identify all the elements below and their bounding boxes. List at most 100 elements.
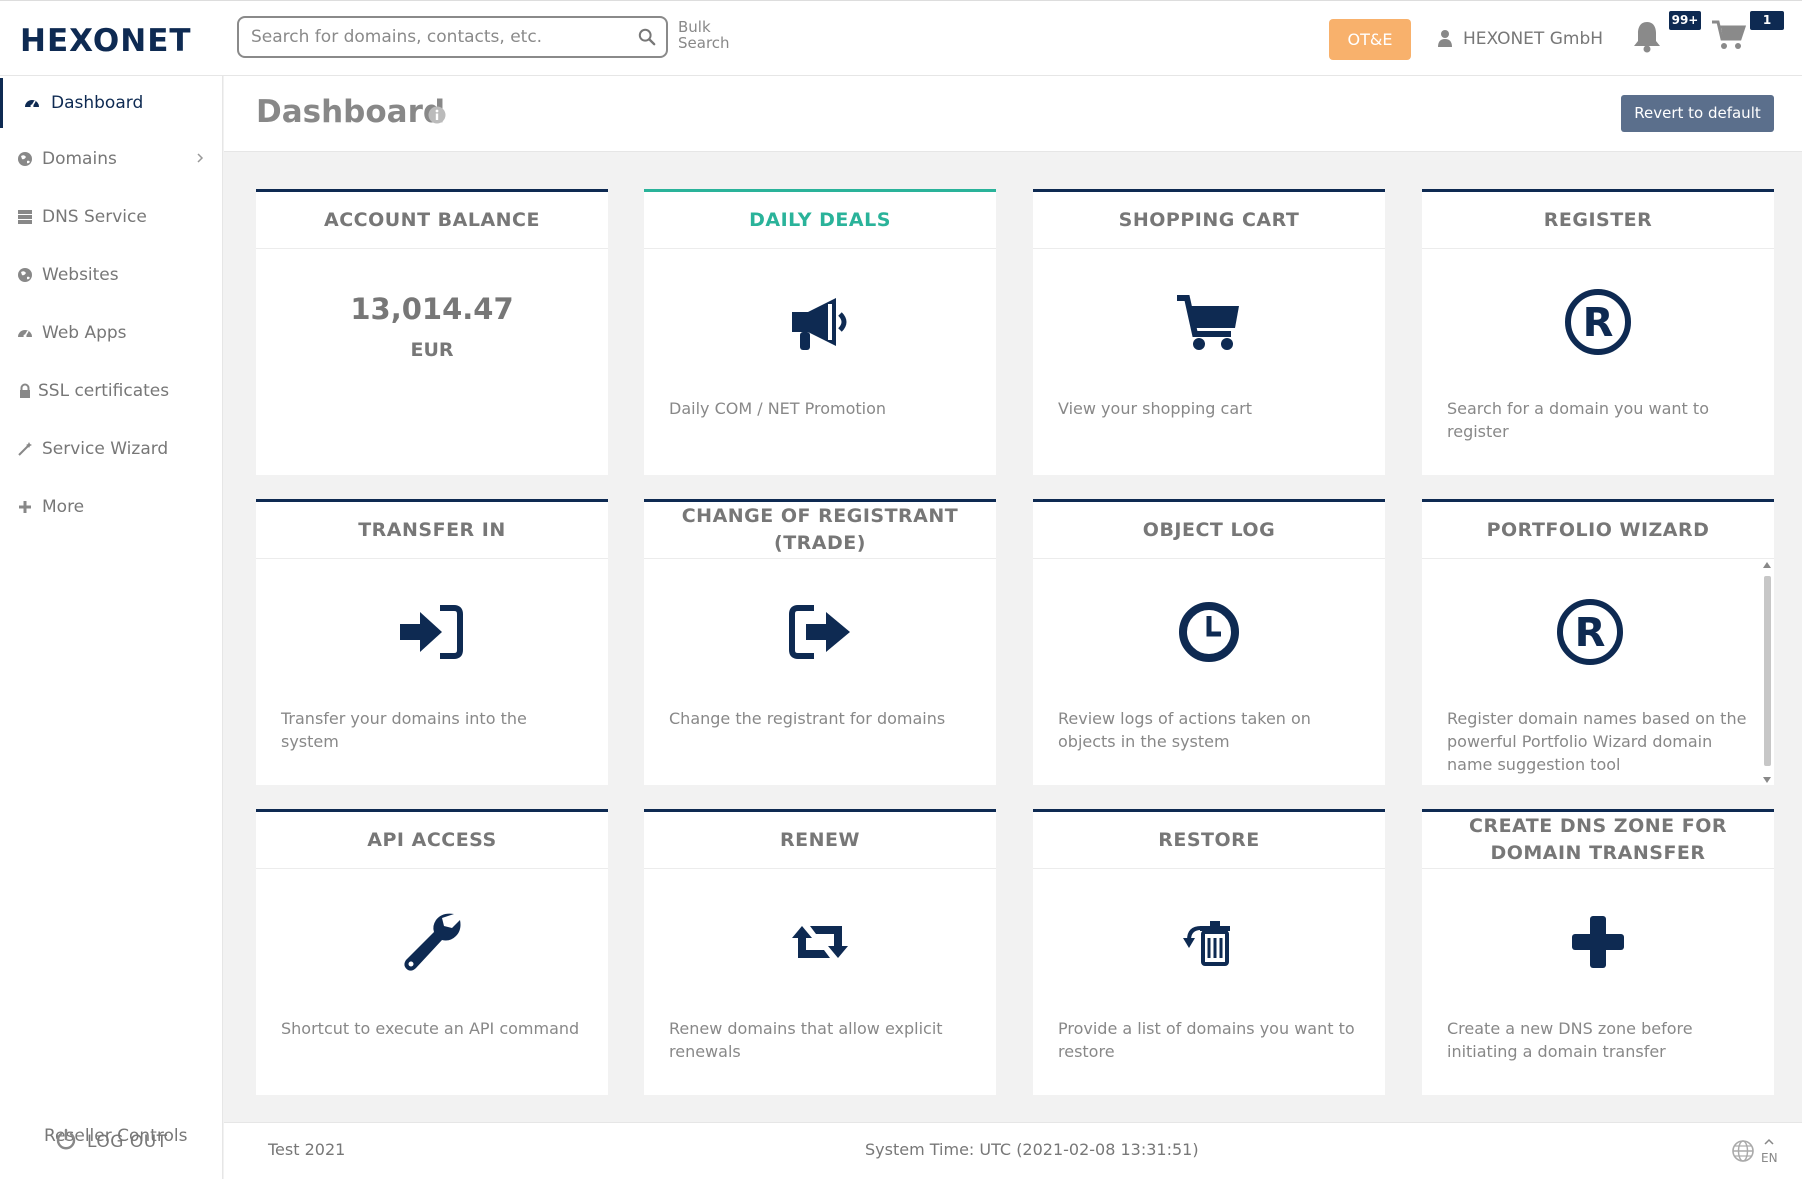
- power-icon: [56, 1128, 76, 1150]
- footer: Test 2021 System Time: UTC (2021-02-08 1…: [224, 1122, 1802, 1179]
- sign-in-icon: [400, 605, 463, 659]
- sidebar-item-label: Service Wizard: [42, 439, 169, 459]
- sidebar-item-ssl-certificates[interactable]: SSL certificates: [0, 366, 223, 416]
- sidebar-item-websites[interactable]: Websites: [0, 250, 223, 300]
- cart-icon[interactable]: [1711, 19, 1747, 51]
- bell-icon[interactable]: [1631, 19, 1663, 53]
- tile-description: Search for a domain you want to register: [1447, 399, 1709, 441]
- tile-description: Change the registrant for domains: [669, 709, 946, 728]
- plus-icon: [1572, 916, 1624, 968]
- system-time: System Time: UTC (2021-02-08 13:31:51): [865, 1140, 1199, 1159]
- dashboard-icon: [25, 100, 39, 108]
- sidebar-item-domains[interactable]: Domains: [0, 134, 223, 184]
- tile-register[interactable]: REGISTER R Search for a domain you want …: [1422, 189, 1774, 475]
- sidebar-item-label: Domains: [42, 149, 117, 169]
- language-selector[interactable]: EN: [1761, 1151, 1778, 1165]
- revert-to-default-button[interactable]: Revert to default: [1621, 95, 1774, 132]
- megaphone-icon: [792, 298, 847, 350]
- logout-label: LOG OUT: [87, 1132, 168, 1152]
- plus-icon: [19, 501, 31, 513]
- globe-icon: [18, 152, 32, 166]
- tile-title: TRANSFER IN: [256, 502, 608, 559]
- sidebar-item-label: DNS Service: [42, 207, 147, 227]
- sidebar: Dashboard Domains DNS Service Websites W…: [0, 76, 223, 1179]
- user-icon: [1438, 30, 1452, 47]
- globe-icon[interactable]: [1731, 1139, 1755, 1163]
- tile-title: OBJECT LOG: [1033, 502, 1385, 559]
- magic-wand-icon: [18, 442, 32, 456]
- top-header: HEXONET Bulk Search OT&E HEXONET GmbH 99…: [0, 0, 1802, 76]
- svg-text:R: R: [1583, 300, 1614, 346]
- globe-icon: [18, 268, 32, 282]
- tile-title: SHOPPING CART: [1033, 192, 1385, 249]
- restore-trash-icon: [1183, 921, 1230, 966]
- account-balance-currency: EUR: [410, 339, 454, 361]
- tile-daily-deals[interactable]: DAILY DEALS Daily COM / NET Promotion: [644, 189, 996, 475]
- server-icon: [18, 210, 32, 224]
- tile-title: REGISTER: [1422, 192, 1774, 249]
- scroll-up-icon[interactable]: [1763, 562, 1771, 568]
- sidebar-item-label: Web Apps: [42, 323, 127, 343]
- tile-change-of-registrant[interactable]: CHANGE OF REGISTRANT (TRADE) Change the …: [644, 499, 996, 785]
- tile-title: PORTFOLIO WIZARD: [1422, 502, 1774, 559]
- svg-text:R: R: [1575, 610, 1606, 656]
- tile-transfer-in[interactable]: TRANSFER IN Transfer your domains into t…: [256, 499, 608, 785]
- tile-object-log[interactable]: OBJECT LOG Review logs of actions taken …: [1033, 499, 1385, 785]
- notifications-badge: 99+: [1669, 11, 1701, 30]
- tile-title: RESTORE: [1033, 812, 1385, 869]
- tile-shopping-cart[interactable]: SHOPPING CART View your shopping cart: [1033, 189, 1385, 475]
- scroll-down-icon[interactable]: [1763, 777, 1771, 783]
- tile-title: API ACCESS: [256, 812, 608, 869]
- tile-title: ACCOUNT BALANCE: [256, 192, 608, 249]
- sidebar-item-service-wizard[interactable]: Service Wizard: [0, 424, 223, 474]
- tile-account-balance[interactable]: ACCOUNT BALANCE 13,014.47 EUR: [256, 189, 608, 475]
- tile-api-access[interactable]: API ACCESS Shortcut to execute an API co…: [256, 809, 608, 1095]
- tile-description: Create a new DNS zone before initiating …: [1447, 1019, 1693, 1061]
- registered-icon: R: [1557, 599, 1623, 665]
- tile-title: CHANGE OF REGISTRANT (TRADE): [644, 502, 996, 559]
- sidebar-item-dashboard[interactable]: Dashboard: [0, 78, 223, 128]
- info-icon[interactable]: [428, 106, 446, 124]
- sidebar-item-dns-service[interactable]: DNS Service: [0, 192, 223, 242]
- sidebar-item-label: SSL certificates: [38, 381, 170, 401]
- tile-description: Daily COM / NET Promotion: [669, 399, 887, 418]
- logout-button[interactable]: LOG OUT: [55, 1128, 195, 1158]
- retweet-icon: [792, 926, 848, 958]
- caret-up-icon[interactable]: [1764, 1137, 1774, 1147]
- page-header: Dashboard: [224, 76, 1802, 152]
- tile-description: Transfer your domains into the system: [281, 709, 527, 751]
- tile-title: CREATE DNS ZONE FOR DOMAIN TRANSFER: [1422, 812, 1774, 869]
- share-icon: [789, 605, 850, 659]
- lock-icon: [20, 383, 30, 398]
- dashboard-icon: [18, 330, 32, 338]
- ote-environment-button[interactable]: OT&E: [1329, 19, 1411, 60]
- search-input[interactable]: [251, 26, 631, 48]
- scroll-thumb[interactable]: [1764, 576, 1771, 766]
- tile-create-dns-zone[interactable]: CREATE DNS ZONE FOR DOMAIN TRANSFER Crea…: [1422, 809, 1774, 1095]
- tile-title: DAILY DEALS: [644, 192, 996, 249]
- tile-portfolio-wizard[interactable]: PORTFOLIO WIZARD R Register domain names…: [1422, 499, 1774, 785]
- account-balance-value: 13,014.47: [350, 292, 514, 326]
- bulk-search-line1: Bulk: [678, 18, 711, 36]
- wrench-icon: [404, 913, 461, 971]
- tile-description: Register domain names based on the power…: [1447, 709, 1747, 774]
- clock-icon: [1179, 602, 1239, 662]
- tile-description: Renew domains that allow explicit renewa…: [669, 1019, 943, 1061]
- tile-description: View your shopping cart: [1058, 399, 1252, 418]
- account-name[interactable]: HEXONET GmbH: [1463, 29, 1603, 49]
- hexonet-logo[interactable]: HEXONET: [20, 23, 192, 59]
- tile-scrollbar[interactable]: [1761, 560, 1773, 785]
- footer-label: Test 2021: [268, 1140, 346, 1159]
- tile-description: Review logs of actions taken on objects …: [1058, 709, 1311, 751]
- registered-icon: R: [1565, 289, 1631, 355]
- bulk-search-link[interactable]: Bulk Search: [678, 19, 730, 51]
- tile-restore[interactable]: RESTORE Provide a list of domains you wa…: [1033, 809, 1385, 1095]
- tile-title: RENEW: [644, 812, 996, 869]
- sidebar-item-label: Websites: [42, 265, 119, 285]
- sidebar-item-more[interactable]: More: [0, 482, 223, 532]
- sidebar-item-label: Dashboard: [51, 93, 144, 113]
- page-title: Dashboard: [256, 94, 446, 130]
- tile-renew[interactable]: RENEW Renew domains that allow explicit …: [644, 809, 996, 1095]
- sidebar-item-web-apps[interactable]: Web Apps: [0, 308, 223, 358]
- search-icon[interactable]: [638, 28, 656, 46]
